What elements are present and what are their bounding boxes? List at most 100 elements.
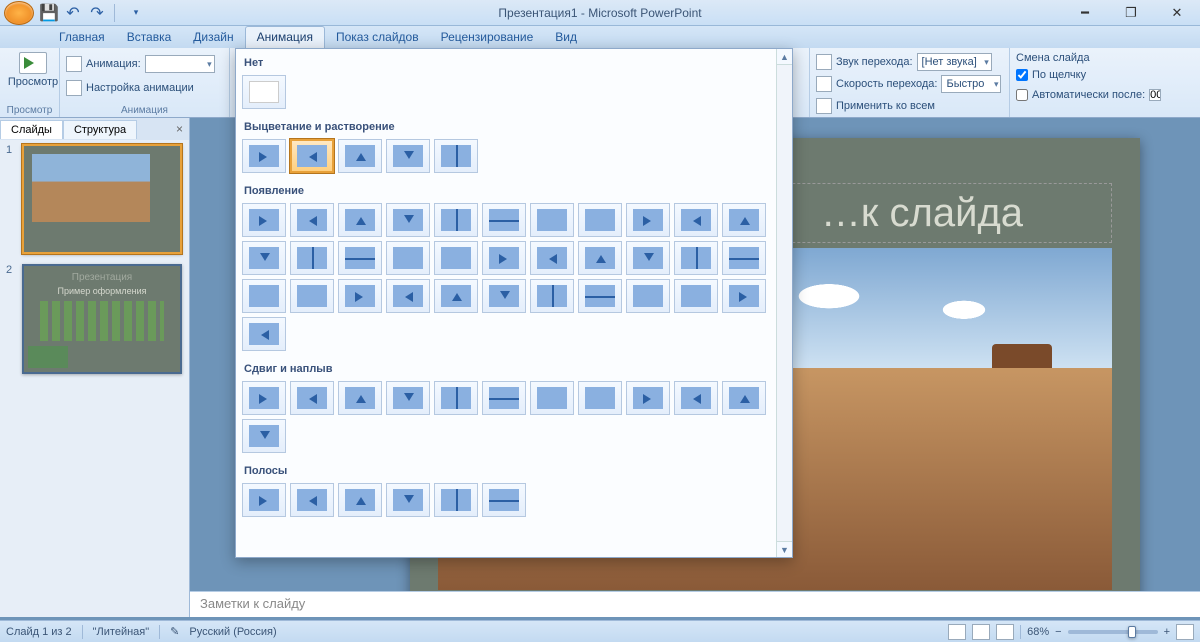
tab-outline[interactable]: Структура [63, 120, 137, 139]
zoom-level[interactable]: 68% [1027, 626, 1049, 638]
transition-option[interactable] [242, 317, 286, 351]
tab-slides[interactable]: Слайды [0, 120, 63, 139]
on-click-checkbox[interactable]: По щелчку [1016, 66, 1086, 84]
transition-option[interactable] [386, 203, 430, 237]
transition-option[interactable] [338, 241, 382, 275]
undo-icon[interactable]: ↶ [64, 4, 82, 22]
transition-option[interactable] [338, 279, 382, 313]
transition-option[interactable] [290, 241, 334, 275]
transition-option[interactable] [434, 381, 478, 415]
transition-option[interactable] [338, 483, 382, 517]
apply-to-all-button[interactable]: Применить ко всем [816, 96, 935, 116]
zoom-slider[interactable] [1068, 630, 1158, 634]
transition-option[interactable] [578, 381, 622, 415]
tab-design[interactable]: Дизайн [182, 27, 244, 48]
status-language[interactable]: Русский (Россия) [189, 626, 276, 638]
tab-slideshow[interactable]: Показ слайдов [325, 27, 430, 48]
transition-option[interactable] [674, 279, 718, 313]
transition-option[interactable] [482, 203, 526, 237]
maximize-button[interactable]: ❐ [1108, 0, 1154, 26]
zoom-out-button[interactable]: − [1055, 626, 1061, 638]
tab-insert[interactable]: Вставка [116, 27, 183, 48]
transition-option[interactable] [386, 241, 430, 275]
custom-animation-button[interactable]: Настройка анимации [66, 78, 194, 98]
transition-sound-dropdown[interactable]: [Нет звука] [917, 53, 992, 71]
close-panel-icon[interactable]: × [176, 122, 183, 136]
transition-option[interactable] [482, 483, 526, 517]
transition-option[interactable] [290, 139, 334, 173]
normal-view-button[interactable] [948, 624, 966, 640]
transition-option[interactable] [530, 279, 574, 313]
transition-option[interactable] [578, 203, 622, 237]
qat-dropdown-icon[interactable]: ▾ [127, 4, 145, 22]
transition-speed-dropdown[interactable]: Быстро [941, 75, 1001, 93]
transition-option[interactable] [386, 139, 430, 173]
transition-option[interactable] [722, 203, 766, 237]
tab-view[interactable]: Вид [544, 27, 588, 48]
transition-option[interactable] [338, 139, 382, 173]
transition-option[interactable] [722, 381, 766, 415]
transition-option[interactable] [242, 483, 286, 517]
redo-icon[interactable]: ↷ [88, 4, 106, 22]
zoom-in-button[interactable]: + [1164, 626, 1170, 638]
preview-button[interactable]: Просмотр [6, 50, 60, 90]
transition-option[interactable] [674, 203, 718, 237]
save-icon[interactable]: 💾 [40, 4, 58, 22]
animation-dropdown[interactable] [145, 55, 215, 73]
scroll-up-icon[interactable]: ▲ [777, 49, 792, 65]
transition-option[interactable] [578, 279, 622, 313]
sorter-view-button[interactable] [972, 624, 990, 640]
transition-option[interactable] [722, 241, 766, 275]
transition-option[interactable] [482, 241, 526, 275]
transition-option[interactable] [242, 241, 286, 275]
transition-option[interactable] [530, 241, 574, 275]
transition-option[interactable] [242, 203, 286, 237]
minimize-button[interactable]: ━ [1062, 0, 1108, 26]
office-button[interactable] [4, 1, 34, 25]
tab-animation[interactable]: Анимация [245, 26, 325, 48]
notes-pane[interactable]: Заметки к слайду [190, 591, 1200, 617]
transition-option[interactable] [242, 139, 286, 173]
transition-option[interactable] [578, 241, 622, 275]
transition-option[interactable] [530, 203, 574, 237]
auto-after-checkbox[interactable]: Автоматически после: [1016, 86, 1161, 104]
transition-option[interactable] [338, 381, 382, 415]
thumbnail-1[interactable]: 1 [6, 144, 183, 254]
fit-window-button[interactable] [1176, 624, 1194, 640]
transition-option[interactable] [626, 381, 670, 415]
close-button[interactable]: ✕ [1154, 0, 1200, 26]
scroll-down-icon[interactable]: ▼ [777, 541, 792, 557]
transition-option[interactable] [434, 483, 478, 517]
transition-option[interactable] [434, 139, 478, 173]
transition-option[interactable] [482, 381, 526, 415]
tab-home[interactable]: Главная [48, 27, 116, 48]
transition-option[interactable] [674, 241, 718, 275]
gallery-scroll-area[interactable]: НетВыцветание и растворениеПоявлениеСдви… [236, 49, 776, 557]
gallery-scrollbar[interactable]: ▲ ▼ [776, 49, 792, 557]
transition-option[interactable] [626, 203, 670, 237]
thumbnail-2[interactable]: 2 Презентация Пример оформления [6, 264, 183, 374]
transition-option[interactable] [290, 483, 334, 517]
transition-option[interactable] [290, 203, 334, 237]
transition-option[interactable] [338, 203, 382, 237]
transition-option[interactable] [626, 279, 670, 313]
transition-option[interactable] [290, 381, 334, 415]
transition-option[interactable] [242, 279, 286, 313]
slideshow-view-button[interactable] [996, 624, 1014, 640]
transition-option[interactable] [530, 381, 574, 415]
transition-option[interactable] [242, 381, 286, 415]
transition-option[interactable] [290, 279, 334, 313]
transition-option[interactable] [434, 203, 478, 237]
advance-time-input[interactable] [1149, 89, 1161, 101]
transition-option[interactable] [434, 279, 478, 313]
transition-option[interactable] [674, 381, 718, 415]
transition-option[interactable] [626, 241, 670, 275]
transition-option[interactable] [386, 483, 430, 517]
transition-option[interactable] [722, 279, 766, 313]
transition-option[interactable] [434, 241, 478, 275]
tab-review[interactable]: Рецензирование [430, 27, 545, 48]
transition-option[interactable] [386, 381, 430, 415]
transition-option[interactable] [242, 75, 286, 109]
transition-option[interactable] [242, 419, 286, 453]
transition-option[interactable] [386, 279, 430, 313]
